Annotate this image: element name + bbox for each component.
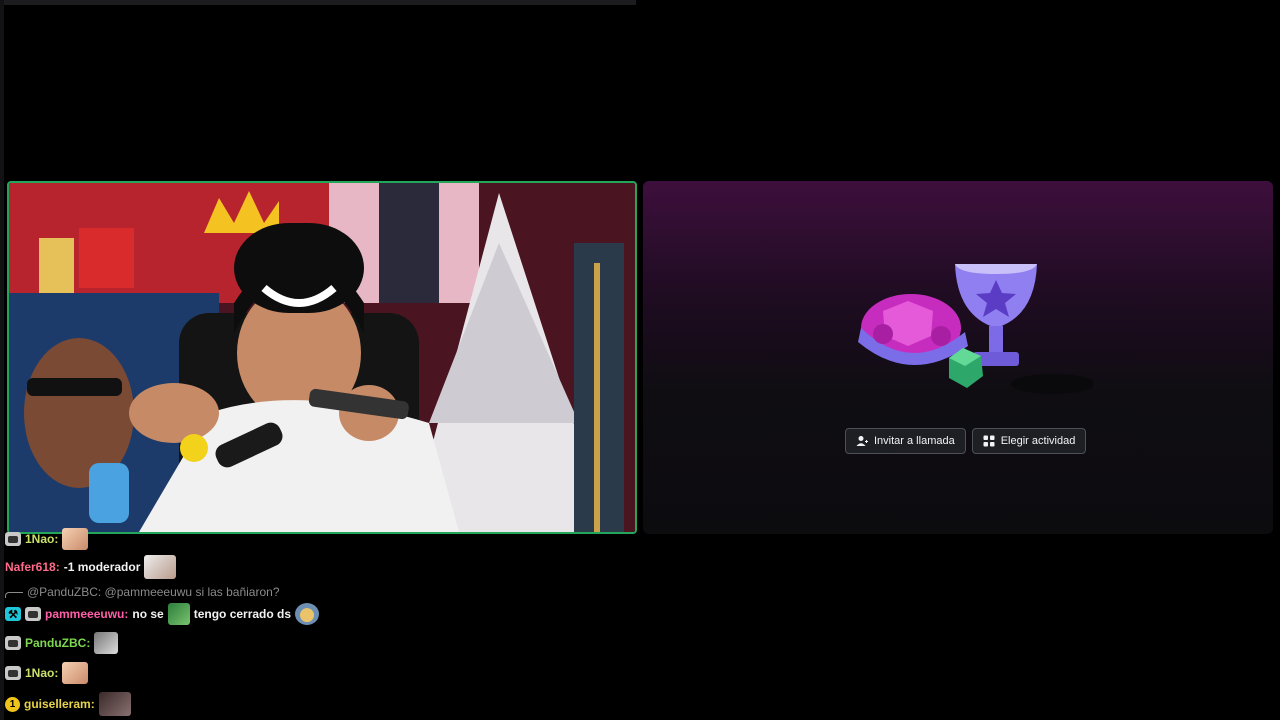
chat-reply: @PanduZBC: @pammeeeuwu si las bañiaron?	[5, 585, 280, 599]
emote-image	[144, 555, 177, 579]
moderator-badge-icon	[5, 636, 21, 650]
webcam-scene	[9, 183, 635, 532]
webcam-video-tile[interactable]	[7, 181, 637, 534]
chat-text: no se	[132, 607, 164, 621]
chat-username: 1Nao:	[25, 666, 59, 680]
activity-illustration	[858, 264, 1093, 394]
reply-text: @PanduZBC: @pammeeeuwu si las bañiaron?	[27, 585, 280, 599]
chat-username: PanduZBC:	[25, 636, 91, 650]
chat-message: PanduZBC:	[5, 632, 119, 654]
moderator-badge-icon	[25, 607, 41, 621]
invite-to-call-button[interactable]: Invitar a llamada	[845, 428, 966, 454]
moderator-badge-icon	[5, 532, 21, 546]
choose-activity-button[interactable]: Elegir actividad	[971, 428, 1087, 454]
chat-username: pammeeeuwu:	[45, 607, 129, 621]
invite-to-call-label: Invitar a llamada	[874, 435, 955, 447]
chat-message: 1Nao:	[5, 662, 89, 684]
chat-message: Nafer618: -1 moderador	[5, 555, 177, 579]
choose-activity-label: Elegir actividad	[1000, 435, 1076, 447]
emote-image	[295, 603, 320, 625]
emote-image	[62, 662, 89, 684]
vip-badge-icon: ⚒	[5, 607, 21, 621]
emote-image	[167, 603, 190, 625]
activity-tile: Invitar a llamada Elegir actividad	[643, 181, 1273, 534]
gold-badge-icon: 1	[5, 696, 20, 712]
chat-message: 1 guiselleram:	[5, 692, 131, 716]
chat-username: guiselleram:	[24, 697, 95, 711]
emote-image	[94, 632, 119, 654]
top-strip	[0, 0, 636, 5]
left-edge	[0, 0, 4, 720]
chat-username: Nafer618:	[5, 560, 60, 574]
chat-message: 1Nao:	[5, 528, 89, 550]
person-add-icon	[856, 436, 868, 446]
chat-message: ⚒ pammeeeuwu: no se tengo cerrado ds	[5, 603, 320, 625]
emote-image	[98, 692, 131, 716]
apps-icon	[983, 435, 995, 447]
chat-username: 1Nao:	[25, 532, 59, 546]
reply-arrow-icon	[5, 592, 23, 598]
chat-text: -1 moderador	[63, 560, 141, 574]
moderator-badge-icon	[5, 666, 21, 680]
activity-buttons: Invitar a llamada Elegir actividad	[845, 428, 1087, 454]
emote-image	[62, 528, 89, 550]
chat-text: tengo cerrado ds	[193, 607, 292, 621]
